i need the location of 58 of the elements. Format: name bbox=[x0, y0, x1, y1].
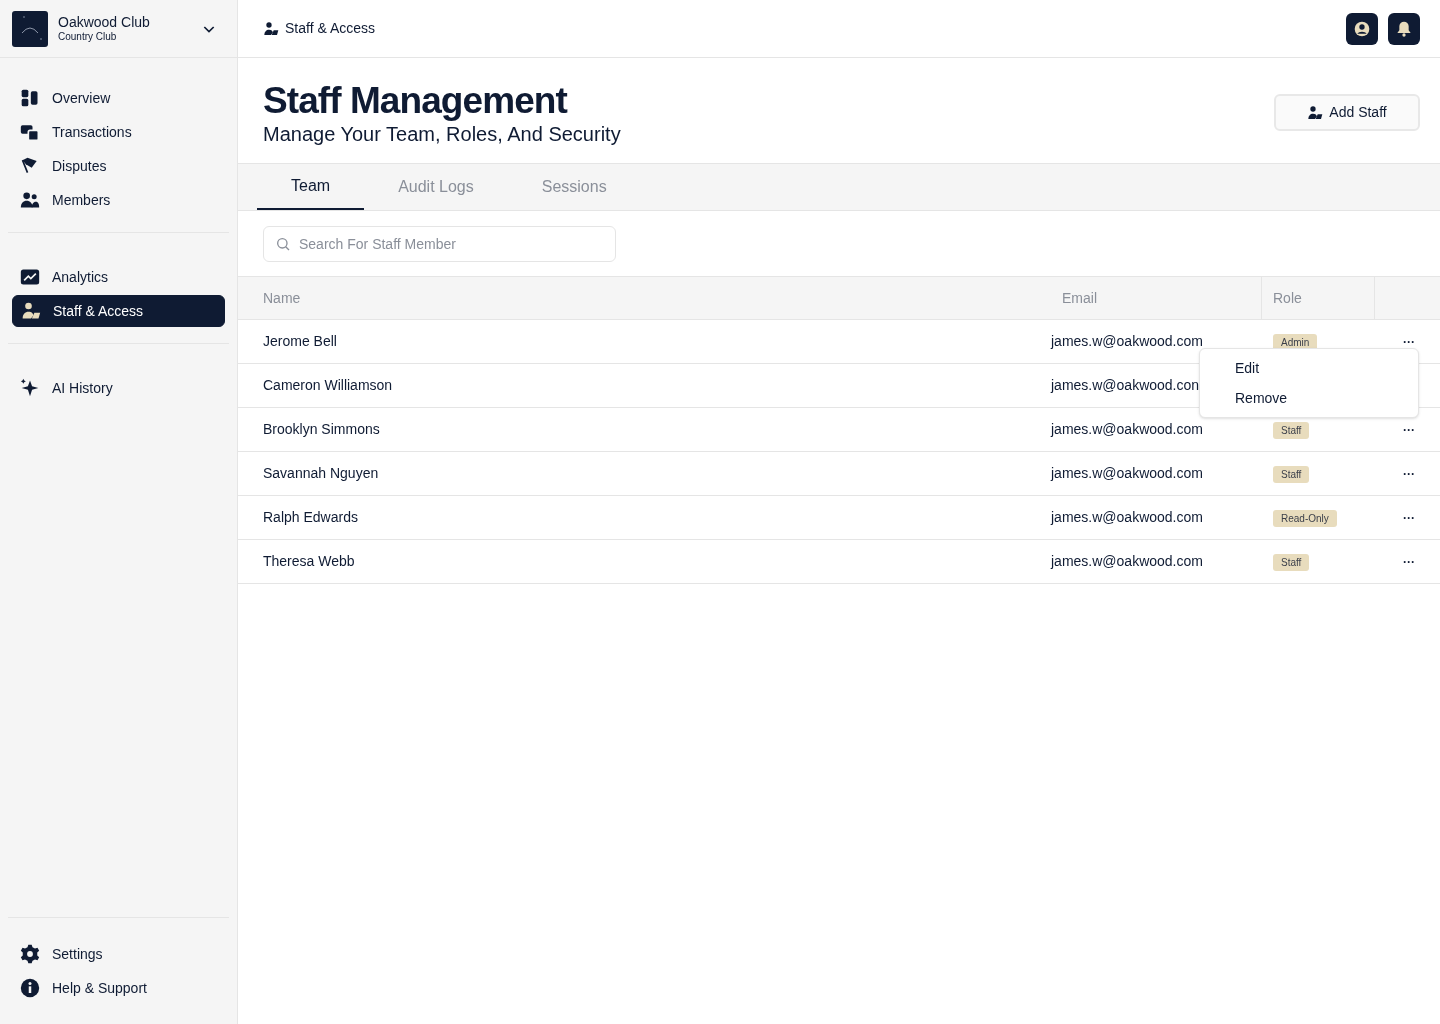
breadcrumb: Staff & Access bbox=[285, 19, 375, 38]
nav-item[interactable]: Transactions bbox=[12, 116, 225, 148]
staff-email: james.w@oakwood.com bbox=[1051, 553, 1203, 569]
nav-item[interactable]: Help & Support bbox=[12, 972, 225, 1004]
more-button[interactable]: ··· bbox=[1403, 423, 1415, 436]
people-icon bbox=[20, 190, 40, 210]
person-laptop-icon bbox=[21, 301, 41, 321]
role-badge: Staff bbox=[1273, 466, 1310, 483]
staff-email: james.w@oakwood.com bbox=[1051, 465, 1203, 481]
role-badge: Read-Only bbox=[1273, 510, 1337, 527]
staff-email: james.w@oakwood.con bbox=[1051, 377, 1200, 393]
profile-button[interactable] bbox=[1346, 12, 1378, 45]
more-button[interactable]: ··· bbox=[1403, 335, 1415, 348]
nav-item[interactable]: Overview bbox=[12, 82, 225, 114]
staff-name: Ralph Edwards bbox=[263, 509, 358, 525]
tab[interactable]: Team bbox=[257, 164, 365, 210]
nav-item[interactable]: AI History bbox=[12, 372, 225, 404]
person-laptop-icon bbox=[263, 20, 279, 37]
staff-name: Brooklyn Simmons bbox=[263, 421, 380, 437]
nav-item[interactable]: Members bbox=[12, 184, 225, 216]
search-field[interactable]: Search For Staff Member bbox=[263, 225, 616, 262]
staff-name: Cameron Williamson bbox=[263, 377, 393, 393]
page-subtitle: Manage Your Team, Roles, And Security bbox=[263, 121, 622, 146]
menu-item[interactable]: Edit bbox=[1200, 353, 1418, 383]
user-icon bbox=[1354, 20, 1370, 37]
column-header: Email bbox=[1062, 288, 1097, 308]
bell-icon bbox=[1396, 20, 1412, 37]
role-badge: Staff bbox=[1273, 422, 1310, 439]
more-button[interactable]: ··· bbox=[1403, 467, 1415, 480]
column-header: Name bbox=[263, 288, 301, 308]
more-button[interactable]: ··· bbox=[1403, 555, 1415, 568]
staff-email: james.w@oakwood.com bbox=[1051, 421, 1203, 437]
role-badge: Staff bbox=[1273, 554, 1310, 571]
page-title: Staff Management bbox=[263, 79, 569, 122]
search-icon bbox=[275, 235, 291, 252]
club-logo bbox=[12, 10, 48, 47]
chart-icon bbox=[20, 267, 40, 287]
nav-item[interactable]: Settings bbox=[12, 938, 225, 970]
notifications-button[interactable] bbox=[1388, 12, 1420, 45]
cards-icon bbox=[20, 122, 40, 142]
nav-item[interactable]: Analytics bbox=[12, 261, 225, 293]
add-staff-button[interactable]: Add Staff bbox=[1274, 94, 1420, 131]
club-type: Country Club bbox=[58, 31, 118, 44]
nav-item[interactable]: Staff & Access bbox=[12, 295, 225, 327]
staff-email: james.w@oakwood.com bbox=[1051, 509, 1203, 525]
nav-item[interactable]: Disputes bbox=[12, 150, 225, 182]
column-header: Role bbox=[1273, 288, 1302, 308]
person-laptop-icon bbox=[1307, 104, 1324, 121]
info-icon bbox=[20, 978, 40, 998]
settings-icon bbox=[20, 944, 40, 964]
staff-name: Jerome Bell bbox=[263, 333, 337, 349]
staff-name: Theresa Webb bbox=[263, 553, 355, 569]
overview-icon bbox=[20, 88, 40, 108]
menu-item[interactable]: Remove bbox=[1200, 383, 1418, 413]
club-name: Oakwood Club bbox=[58, 13, 151, 31]
staff-email: james.w@oakwood.com bbox=[1051, 333, 1203, 349]
more-button[interactable]: ··· bbox=[1403, 511, 1415, 524]
staff-name: Savannah Nguyen bbox=[263, 465, 379, 481]
